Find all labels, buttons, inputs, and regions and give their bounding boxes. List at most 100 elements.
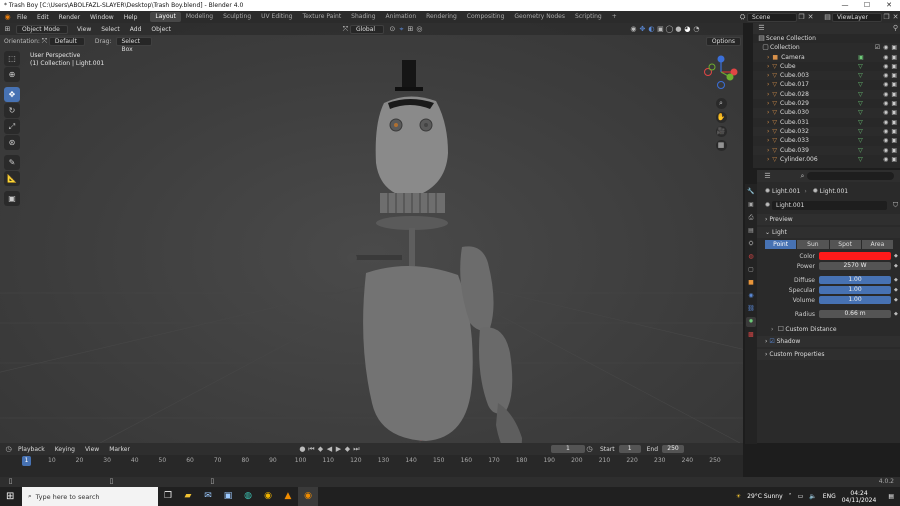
output-tab-icon[interactable]: ⎙	[746, 213, 756, 223]
jump-start-icon[interactable]: ⏮	[307, 445, 316, 454]
timeline-menu-keying[interactable]: Keying	[50, 446, 80, 453]
light-type-point[interactable]: Point	[765, 240, 797, 249]
eye-icon[interactable]: ◉	[883, 136, 888, 145]
collection-row[interactable]: ▢ Collection ☑ ◉ ▣	[753, 43, 900, 53]
volume-field[interactable]: 1.00	[819, 296, 891, 304]
object-tab-icon[interactable]: ■	[746, 278, 756, 288]
render-camera-icon[interactable]: ▣	[891, 108, 897, 117]
file-explorer-icon[interactable]: ▰	[178, 487, 198, 506]
visibility-icon[interactable]: ◉	[629, 25, 638, 34]
trash-boy-model[interactable]	[330, 53, 570, 443]
outliner-item[interactable]: › ▽ Cube.017 ▽ ◉ ▣	[753, 80, 900, 89]
transform-orientation-dropdown[interactable]: Global	[349, 24, 384, 34]
chrome-icon[interactable]: ◉	[258, 487, 278, 506]
weather-text[interactable]: 29°C Sunny	[747, 493, 783, 500]
render-camera-icon[interactable]: ▣	[891, 118, 897, 127]
overlay-toggle-icon[interactable]: ◐	[647, 25, 656, 34]
maximize-icon[interactable]: ☐	[856, 0, 878, 11]
eye-icon[interactable]: ◉	[883, 108, 888, 117]
expand-icon[interactable]: ›	[767, 136, 769, 145]
render-camera-icon[interactable]: ▣	[891, 80, 897, 89]
options-dropdown[interactable]: Options	[705, 37, 741, 46]
outliner-item[interactable]: › ▽ Cylinder.006 ▽ ◉ ▣	[753, 155, 900, 164]
delete-view-layer-icon[interactable]: ✕	[891, 13, 900, 22]
menu-window[interactable]: Window	[85, 14, 119, 21]
play-reverse-icon[interactable]: ◀	[325, 445, 334, 454]
workspace-tab-modeling[interactable]: Modeling	[181, 12, 218, 22]
scene-collection-row[interactable]: ▤ Scene Collection	[753, 34, 900, 43]
delete-scene-icon[interactable]: ✕	[806, 13, 815, 22]
outliner-item[interactable]: › ▽ Cube ▽ ◉ ▣	[753, 62, 900, 71]
timeline-menu-marker[interactable]: Marker	[104, 446, 135, 453]
expand-icon[interactable]: ›	[767, 53, 769, 62]
constraints-tab-icon[interactable]: ⛓	[746, 304, 756, 314]
play-icon[interactable]: ▶	[334, 445, 343, 454]
expand-icon[interactable]: ›	[767, 127, 769, 136]
eye-icon[interactable]: ◉	[883, 127, 888, 136]
network-icon[interactable]: ▭	[798, 493, 804, 500]
workspace-tab-compositing[interactable]: Compositing	[462, 12, 510, 22]
expand-icon[interactable]: ›	[767, 118, 769, 127]
pivot-icon[interactable]: ⊙	[388, 25, 397, 34]
shading-rendered-icon[interactable]: ◔	[692, 25, 701, 34]
edge-icon[interactable]: ◍	[238, 487, 258, 506]
workspace-tab-layout[interactable]: Layout	[150, 12, 181, 22]
custom-properties-panel-header[interactable]: › Custom Properties	[757, 349, 900, 360]
shadow-panel-header[interactable]: › ☑ Shadow	[757, 336, 900, 347]
workspace-tab-shading[interactable]: Shading	[346, 12, 380, 22]
eye-icon[interactable]: ◉	[883, 62, 888, 71]
light-panel-header[interactable]: ⌄ Light	[757, 227, 900, 238]
view-layer-selector[interactable]: ViewLayer	[832, 12, 882, 22]
current-frame-field[interactable]: 1	[550, 445, 585, 453]
datablock-icon[interactable]: ✹	[763, 201, 772, 210]
eye-icon[interactable]: ◉	[883, 118, 888, 127]
checkbox-icon[interactable]: ☑	[875, 43, 880, 52]
cursor-tool[interactable]: ⊕	[4, 67, 20, 82]
shading-material-icon[interactable]: ◕	[683, 25, 692, 34]
expand-icon[interactable]: ›	[767, 62, 769, 71]
render-camera-icon[interactable]: ▣	[891, 127, 897, 136]
axis-gizmo-icon[interactable]	[700, 51, 742, 93]
eye-icon[interactable]: ◉	[883, 71, 888, 80]
outliner-filter-icon[interactable]: ⚲	[891, 24, 900, 33]
xray-icon[interactable]: ▣	[656, 25, 665, 34]
timeline-menu-view[interactable]: View	[80, 446, 104, 453]
rotate-tool[interactable]: ↻	[4, 103, 20, 118]
light-data-tab-icon[interactable]: ✹	[746, 317, 756, 327]
expand-icon[interactable]: ›	[767, 99, 769, 108]
texture-tab-icon[interactable]: ▩	[746, 330, 756, 340]
outliner-item[interactable]: › ▽ Cube.028 ▽ ◉ ▣	[753, 89, 900, 100]
proportional-edit-icon[interactable]: ◎	[415, 25, 424, 34]
properties-editor-icon[interactable]: ☰	[763, 172, 772, 181]
viewport-menu-select[interactable]: Select	[96, 26, 125, 33]
playhead[interactable]: 1	[22, 456, 31, 466]
light-type-spot[interactable]: Spot	[829, 240, 861, 249]
shadow-checkbox-icon[interactable]: ☑	[769, 338, 774, 345]
expand-icon[interactable]: ›	[767, 155, 769, 164]
record-icon[interactable]: ●	[298, 445, 307, 454]
eye-icon[interactable]: ◉	[883, 80, 888, 89]
specular-field[interactable]: 1.00	[819, 286, 891, 294]
render-tab-icon[interactable]: ▣	[746, 200, 756, 210]
navigation-gizmo[interactable]: ⌕ ✋ 🎥 ▦	[700, 51, 742, 151]
jump-end-icon[interactable]: ⏭	[352, 445, 361, 454]
menu-file[interactable]: File	[12, 14, 32, 21]
render-camera-icon[interactable]: ▣	[891, 155, 897, 164]
scale-tool[interactable]: ⤢	[4, 119, 20, 134]
menu-render[interactable]: Render	[54, 14, 85, 21]
workspace-tab-uv-editing[interactable]: UV Editing	[256, 12, 297, 22]
drag-dropdown[interactable]: Select Box	[115, 37, 152, 53]
workspace-tab-texture-paint[interactable]: Texture Paint	[297, 12, 346, 22]
camera-view-icon[interactable]: 🎥	[715, 126, 727, 137]
gizmo-toggle-icon[interactable]: ✥	[638, 25, 647, 34]
move-tool[interactable]: ✥	[4, 87, 20, 102]
render-camera-icon[interactable]: ▣	[891, 71, 897, 80]
editor-type-icon[interactable]: ⊞	[3, 25, 12, 34]
radius-field[interactable]: 0.66 m	[819, 310, 891, 318]
render-camera-icon[interactable]: ▣	[891, 62, 897, 71]
menu-help[interactable]: Help	[119, 14, 143, 21]
light-type-area[interactable]: Area	[861, 240, 893, 249]
tray-chevron-icon[interactable]: ˄	[789, 493, 792, 500]
start-frame-field[interactable]: 1	[618, 445, 641, 453]
mode-dropdown[interactable]: Object Mode	[16, 24, 68, 34]
